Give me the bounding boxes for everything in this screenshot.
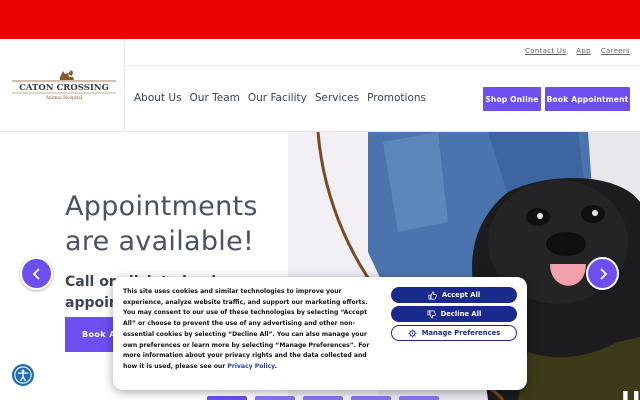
carousel-dot-5[interactable] <box>399 396 439 400</box>
logo-tagline: Animal Hospital <box>45 95 83 101</box>
nav-item-our-facility[interactable]: Our Facility <box>248 92 307 104</box>
hero-title: Appointments are available! <box>65 189 285 259</box>
nav-item-about-us[interactable]: About Us <box>134 92 182 104</box>
carousel-dots <box>207 396 439 400</box>
cookie-consent-banner: This site uses cookies and similar techn… <box>113 277 527 390</box>
thumbs-down-icon <box>427 310 436 318</box>
utility-link-careers[interactable]: Careers <box>601 47 630 55</box>
carousel-next-button[interactable] <box>586 257 619 290</box>
accept-all-button[interactable]: Accept All <box>391 287 517 303</box>
logo-name: CATON CROSSING <box>19 83 109 93</box>
decline-all-label: Decline All <box>440 310 482 318</box>
carousel-dot-1[interactable] <box>207 396 247 400</box>
site-logo[interactable]: CATON CROSSING Animal Hospital <box>10 64 118 104</box>
cookie-consent-text: This site uses cookies and similar techn… <box>123 287 379 373</box>
nav-item-services[interactable]: Services <box>315 92 359 104</box>
accessibility-figure-icon <box>14 366 32 384</box>
cat-and-dog-silhouette-icon: CATON CROSSING Animal Hospital <box>12 70 116 101</box>
utility-divider <box>125 65 640 66</box>
top-red-bar <box>0 0 640 39</box>
chevron-left-icon <box>32 267 40 280</box>
hero-title-line-2: are available! <box>65 226 255 257</box>
decline-all-button[interactable]: Decline All <box>391 306 517 322</box>
shop-online-button[interactable]: Shop Online <box>483 87 541 111</box>
nav-item-promotions[interactable]: Promotions <box>367 92 426 104</box>
cookie-consent-body: This site uses cookies and similar techn… <box>123 288 370 370</box>
book-appointment-button[interactable]: Book Appointment <box>545 87 630 111</box>
hero-title-line-1: Appointments <box>65 191 258 222</box>
manage-preferences-label: Manage Preferences <box>421 329 501 337</box>
thumbs-up-icon <box>428 291 437 299</box>
logo-divider <box>124 39 125 132</box>
utility-link-contact[interactable]: Contact Us <box>525 47 566 55</box>
manage-preferences-button[interactable]: Manage Preferences <box>391 325 517 341</box>
nav-item-our-team[interactable]: Our Team <box>190 92 240 104</box>
site-header: CATON CROSSING Animal Hospital Contact U… <box>0 39 640 132</box>
pause-icon[interactable]: ❚❚ <box>620 390 640 400</box>
accessibility-icon[interactable] <box>12 364 34 386</box>
carousel-dot-4[interactable] <box>351 396 391 400</box>
carousel-dot-2[interactable] <box>255 396 295 400</box>
cookie-consent-period: . <box>274 362 277 370</box>
gear-icon <box>408 328 417 338</box>
carousel-prev-button[interactable] <box>20 257 53 290</box>
chevron-right-icon <box>599 267 607 280</box>
privacy-policy-link[interactable]: Privacy Policy <box>227 363 274 370</box>
utility-link-app[interactable]: App <box>576 47 591 55</box>
main-nav: About Us Our Team Our Facility Services … <box>134 92 426 104</box>
utility-nav: Contact Us App Careers <box>525 47 630 55</box>
carousel-dot-3[interactable] <box>303 396 343 400</box>
accept-all-label: Accept All <box>441 291 481 299</box>
